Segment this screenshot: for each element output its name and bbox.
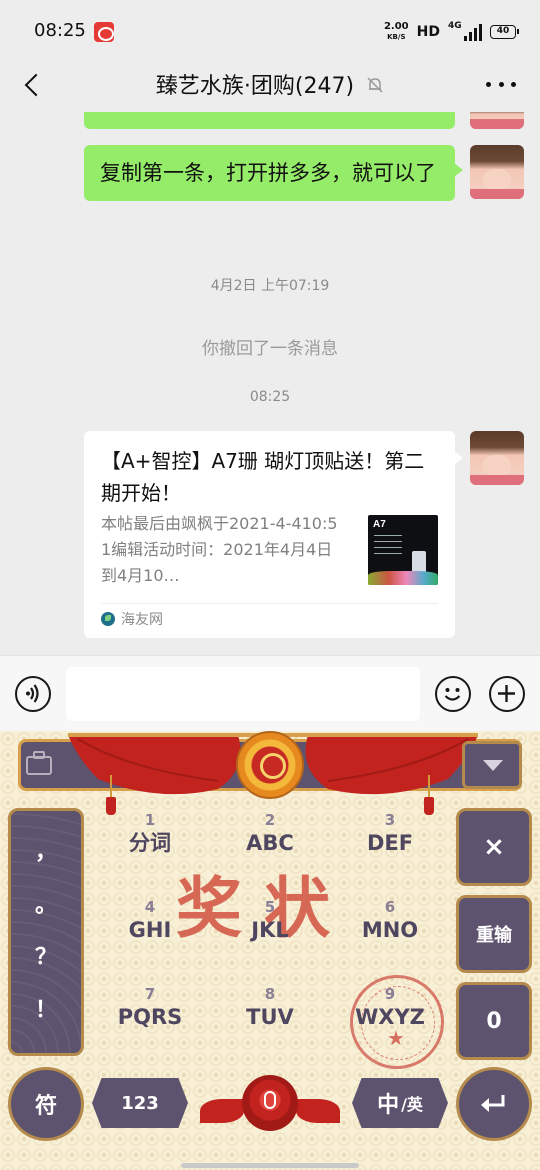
lang-chinese-label: 中 — [377, 1093, 400, 1118]
network-speed-unit: KB/S — [387, 33, 406, 41]
medal-decoration — [236, 731, 304, 799]
number-keyboard-key[interactable]: 123 — [92, 1078, 188, 1128]
key-8[interactable]: 8 TUV — [215, 985, 325, 1055]
reenter-key[interactable]: 重输 — [456, 895, 532, 973]
network-speed-value: 2.00 — [383, 21, 409, 32]
avatar[interactable] — [470, 145, 524, 199]
divider — [101, 603, 438, 604]
status-indicators: 2.00 KB/S HD 4G 40 — [384, 21, 519, 42]
punct-exclaim-key[interactable]: ！ — [35, 998, 57, 1023]
key-number: 8 — [264, 985, 276, 1003]
punct-period-key[interactable]: 。 — [35, 893, 57, 918]
key-number: 5 — [264, 898, 276, 916]
punct-question-key[interactable]: ？ — [35, 946, 57, 970]
key-3[interactable]: 3 DEF — [335, 811, 445, 881]
card-thumbnail: A7 — [368, 515, 438, 585]
punctuation-column: ， 。 ？ ！ — [8, 808, 84, 1056]
key-number: 1 — [144, 811, 156, 829]
avatar[interactable] — [470, 112, 524, 129]
notification-app-icon — [94, 22, 114, 42]
lang-english-label: /英 — [401, 1095, 423, 1114]
link-card[interactable]: 【A+智控】A7珊 瑚灯顶贴送！第二期开始！ 本帖最后由飒枫于2021-4-41… — [84, 431, 463, 638]
card-source: 海友网 — [101, 609, 163, 629]
card-description: 本帖最后由飒枫于2021-4-410:51编辑活动时间：2021年4月4日到4月… — [101, 514, 338, 585]
chat-timestamp: 4月2日 上午07:19 — [210, 278, 330, 294]
symbol-key[interactable]: 符 — [8, 1067, 84, 1141]
microphone-icon — [264, 1091, 276, 1109]
key-number: 9 — [384, 985, 396, 1003]
key-number: 4 — [144, 898, 156, 916]
card-source-name: 海友网 — [121, 612, 163, 628]
space-voice-key[interactable] — [196, 1069, 344, 1135]
nav-bar: 臻艺水族·团购(247) — [0, 62, 540, 112]
signal-icon: 4G — [448, 21, 482, 41]
key-5[interactable]: 5 JKL — [215, 898, 325, 968]
chat-timestamp: 08:25 — [249, 389, 291, 405]
home-indicator[interactable] — [181, 1163, 359, 1168]
key-number: 3 — [384, 811, 396, 829]
battery-level: 40 — [496, 26, 510, 36]
key-label: MNO — [361, 918, 419, 942]
status-bar: 08:25 2.00 KB/S HD 4G 40 — [0, 0, 540, 62]
enter-icon — [481, 1095, 505, 1112]
key-label: ABC — [246, 831, 294, 855]
page-title-wrap: 臻艺水族·团购(247) — [0, 68, 540, 100]
recall-notice: 你撤回了一条消息 — [202, 339, 338, 359]
tassel-decoration — [106, 775, 116, 815]
key-1[interactable]: 1 分词 — [95, 811, 205, 881]
status-time: 08:25 — [34, 20, 86, 41]
tassel-decoration — [424, 775, 434, 815]
more-icon[interactable] — [486, 74, 516, 94]
punct-comma-key[interactable]: ， — [35, 841, 57, 865]
key-2[interactable]: 2 ABC — [215, 811, 325, 881]
key-4[interactable]: 4 GHI — [95, 898, 205, 968]
source-logo-icon — [101, 612, 115, 626]
key-6[interactable]: 6 MNO — [335, 898, 445, 968]
key-number: 6 — [384, 898, 396, 916]
emoji-icon[interactable] — [435, 676, 471, 712]
hd-indicator: HD — [416, 24, 440, 40]
key-9[interactable]: 9 WXYZ — [335, 985, 445, 1055]
previous-message-bubble[interactable] — [84, 112, 455, 129]
key-7[interactable]: 7 PQRS — [95, 985, 205, 1055]
card-title: 【A+智控】A7珊 瑚灯顶贴送！第二期开始！ — [101, 449, 425, 505]
mute-icon — [366, 75, 384, 93]
zero-key[interactable]: 0 — [456, 982, 532, 1060]
toolbox-icon[interactable] — [24, 748, 54, 778]
key-label: JKL — [251, 918, 289, 942]
message-input[interactable] — [66, 667, 420, 721]
voice-icon[interactable] — [15, 676, 51, 712]
enter-key[interactable] — [456, 1067, 532, 1141]
message-bubble[interactable]: 复制第一条，打开拼多多，就可以了 — [84, 145, 463, 201]
language-switch-key[interactable]: 中 /英 — [352, 1078, 448, 1128]
input-bar — [0, 655, 540, 731]
page-title: 臻艺水族·团购(247) — [155, 74, 355, 99]
key-label: GHI — [128, 918, 172, 942]
network-type: 4G — [448, 21, 462, 31]
chat-area[interactable]: 复制第一条，打开拼多多，就可以了 4月2日 上午07:19 你撤回了一条消息 0… — [0, 112, 540, 655]
battery-icon: 40 — [490, 25, 519, 39]
key-label: 分词 — [129, 831, 171, 855]
key-label: TUV — [246, 1005, 294, 1029]
keyboard: 奖状 ， 。 ？ ！ 1 分词 2 ABC 3 DEF 4 GHI 5 JKL … — [0, 731, 540, 1170]
network-speed: 2.00 KB/S — [384, 22, 409, 42]
key-label: DEF — [366, 831, 414, 855]
delete-key[interactable]: × — [456, 808, 532, 886]
key-label: PQRS — [117, 1005, 183, 1029]
key-number: 2 — [264, 811, 276, 829]
thumbnail-label: A7 — [373, 519, 386, 530]
key-number: 7 — [144, 985, 156, 1003]
collapse-keyboard-icon[interactable] — [462, 741, 522, 789]
plus-icon[interactable] — [489, 676, 525, 712]
key-label: WXYZ — [355, 1005, 425, 1029]
avatar[interactable] — [470, 431, 524, 485]
